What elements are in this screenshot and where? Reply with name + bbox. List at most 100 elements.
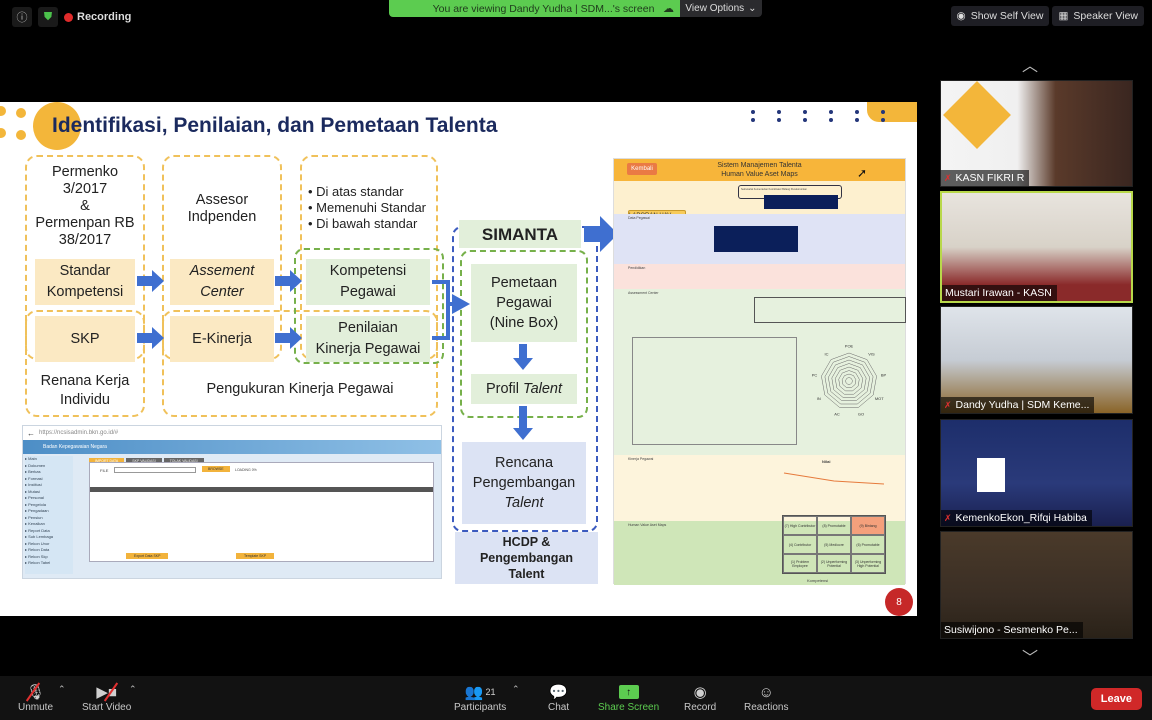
kinerja-line xyxy=(783,472,885,485)
arrow-icon xyxy=(275,270,302,292)
cloud-icon: ☁ xyxy=(663,3,674,15)
section-label: Human Value Aset Maps xyxy=(628,523,667,527)
kinerja-chart-title: Nilai xyxy=(822,459,831,464)
viewing-banner: You are viewing Dandy Yudha | SDM...'s s… xyxy=(389,0,680,17)
participant-name-tag: Susiwijono - Sesmenko Pe... xyxy=(941,622,1083,638)
radar-axis-label: GO xyxy=(858,411,864,416)
reactions-button[interactable]: ☺ Reactions xyxy=(744,682,789,714)
radar-axis-label: MOT xyxy=(875,396,884,401)
participant-tile[interactable]: ✗ Dandy Yudha | SDM Keme... xyxy=(940,306,1133,414)
bkn-sidebar-item: ▸ Rekon Tabel xyxy=(25,560,51,565)
export-button: Export Data SKP xyxy=(126,553,169,559)
back-arrow-icon: ← xyxy=(27,428,35,438)
browse-button: BROWSE xyxy=(202,466,230,472)
radar-ring xyxy=(841,373,857,388)
video-options-caret-icon[interactable]: ⌃ xyxy=(129,684,137,695)
recording-indicator[interactable]: Recording xyxy=(64,11,131,23)
participant-tile[interactable]: ✗ KemenkoEkon_Rifqi Habiba xyxy=(940,419,1133,527)
hav-kinerja-section: Kinerja Pegawai Nilai xyxy=(614,455,905,521)
arrow-icon xyxy=(137,270,164,292)
profil-talent-box: Profil Talent xyxy=(471,374,577,404)
meeting-status-bar: ⓘ ⛊ Recording xyxy=(12,7,131,27)
participant-name-tag: ✗ Dandy Yudha | SDM Keme... xyxy=(941,397,1095,413)
share-screen-icon: ↑ xyxy=(618,682,639,702)
chat-button[interactable]: 💬 Chat xyxy=(548,682,569,713)
radar-axis-label: POE xyxy=(845,344,854,349)
show-self-view-label: Show Self View xyxy=(970,10,1044,22)
anniversary-logo xyxy=(977,458,1005,492)
record-icon: ◉ xyxy=(693,684,707,701)
radar-axis-label: VIS xyxy=(868,352,875,357)
record-dot-icon xyxy=(64,12,73,22)
participant-name-tag: Mustari Irawan - KASN xyxy=(942,285,1057,301)
radar-ring xyxy=(845,377,853,385)
slide-page-number: 8 xyxy=(885,588,913,616)
simanta-box: SIMANTA xyxy=(459,220,581,248)
template-button: Template SKP xyxy=(236,553,275,559)
arrow-icon xyxy=(137,327,164,349)
leave-button[interactable]: Leave xyxy=(1090,688,1142,710)
chat-label: Chat xyxy=(548,702,570,713)
radar-ring xyxy=(834,366,864,395)
participants-icon: 👥 21 xyxy=(464,684,496,701)
ninebox-cell: (2) Unperforming Potential xyxy=(817,554,851,573)
pemetaan-pegawai-box: Pemetaan Pegawai (Nine Box) xyxy=(471,264,577,342)
chat-bubble-icon: 💬 xyxy=(549,684,568,701)
chevron-down-icon: ⌄ xyxy=(748,3,757,14)
unmute-button[interactable]: 🎙 Unmute xyxy=(18,682,53,713)
share-screen-button[interactable]: ↑ Share Screen xyxy=(598,682,659,713)
start-video-button[interactable]: ▶■ Start Video xyxy=(82,682,131,713)
file-input xyxy=(114,467,196,473)
shield-check-icon[interactable]: ⛊ xyxy=(38,7,58,27)
mouse-cursor-icon: ➚ xyxy=(857,166,868,180)
ninebox-cell: (8) Promotable xyxy=(817,516,851,535)
speaker-view-label: Speaker View xyxy=(1073,10,1138,22)
participants-options-caret-icon[interactable]: ⌃ xyxy=(512,684,520,695)
unmute-label: Unmute xyxy=(18,702,54,713)
arrow-icon xyxy=(513,344,533,370)
ninebox-cell: (6) Promotable xyxy=(851,535,885,554)
hav-map-report: Kembali Sistem Manajemen Talenta Human Va… xyxy=(613,158,906,585)
participant-tile-active-speaker[interactable]: Mustari Irawan - KASN xyxy=(940,191,1133,303)
eye-icon: ◉ xyxy=(956,10,966,22)
slide-title: Identifikasi, Penilaian, dan Pemetaan Ta… xyxy=(52,114,498,137)
ninebox-x-title: Kompetensi xyxy=(807,578,829,583)
speaker-view-icon: ▦ xyxy=(1058,10,1069,22)
radar-axis-label: IC xyxy=(825,352,829,357)
gallery-up-chevron-icon[interactable]: ︿ xyxy=(1022,52,1038,76)
reactions-label: Reactions xyxy=(744,702,789,713)
audio-options-caret-icon[interactable]: ⌃ xyxy=(58,684,66,695)
show-self-view-button[interactable]: ◉ Show Self View xyxy=(950,6,1050,26)
radar-axis-label: PC xyxy=(812,372,818,377)
ninebox-cell: (1) Problem Employee xyxy=(783,554,817,573)
table-header-bar xyxy=(90,487,433,492)
mic-muted-icon: ✗ xyxy=(944,512,952,523)
microphone-muted-icon: 🎙 xyxy=(25,682,46,702)
record-label: Record xyxy=(684,702,717,713)
participant-tile[interactable]: ✗ KASN FIKRI R xyxy=(940,80,1133,187)
record-button[interactable]: ◉ Record xyxy=(684,682,716,713)
ninebox-cell: (4) Contributor xyxy=(783,535,817,554)
loading-label: LOADING 0% xyxy=(235,468,257,472)
radar-axis-label: AC xyxy=(834,411,840,416)
radar-axis-label: IN xyxy=(817,396,821,401)
speaker-view-button[interactable]: ▦ Speaker View xyxy=(1052,6,1144,26)
meeting-toolbar: 🎙 Unmute ⌃ ▶■ Start Video ⌃ 👥 21 Particip… xyxy=(0,676,1152,720)
hav-education-section: Pendidikan xyxy=(614,264,905,289)
shared-slide: Identifikasi, Penilaian, dan Pemetaan Ta… xyxy=(0,102,917,616)
arrow-icon xyxy=(513,406,533,440)
radar-ring xyxy=(828,359,870,401)
ninebox-cell: (3) Unperforming High Potential xyxy=(851,554,885,573)
connector-line xyxy=(432,280,450,340)
radar-axis-label: BP xyxy=(881,372,887,377)
section-label: Assessment Center xyxy=(628,291,659,295)
participant-tile[interactable]: Susiwijono - Sesmenko Pe... xyxy=(940,531,1133,639)
view-options-button[interactable]: View Options ⌄ xyxy=(680,0,762,17)
participants-label: Participants xyxy=(454,702,507,713)
info-icon[interactable]: ⓘ xyxy=(12,7,32,27)
view-options-label: View Options xyxy=(685,3,745,14)
kinerja-line-chart xyxy=(783,472,885,485)
participants-button[interactable]: 👥 21 Participants xyxy=(454,682,506,713)
competency-radar-chart: POE VIS BP MOT GO AC IN PC IC xyxy=(812,344,887,417)
gallery-down-chevron-icon[interactable]: ﹀ xyxy=(1022,644,1038,668)
